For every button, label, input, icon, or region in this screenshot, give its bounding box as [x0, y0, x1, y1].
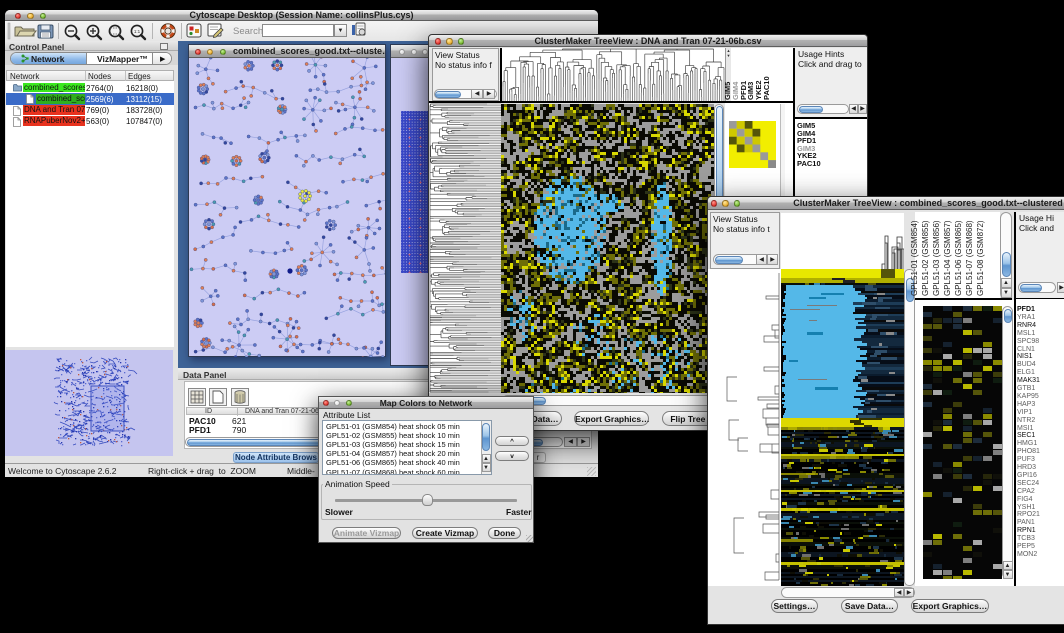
svg-text:1:1: 1:1	[134, 29, 141, 34]
